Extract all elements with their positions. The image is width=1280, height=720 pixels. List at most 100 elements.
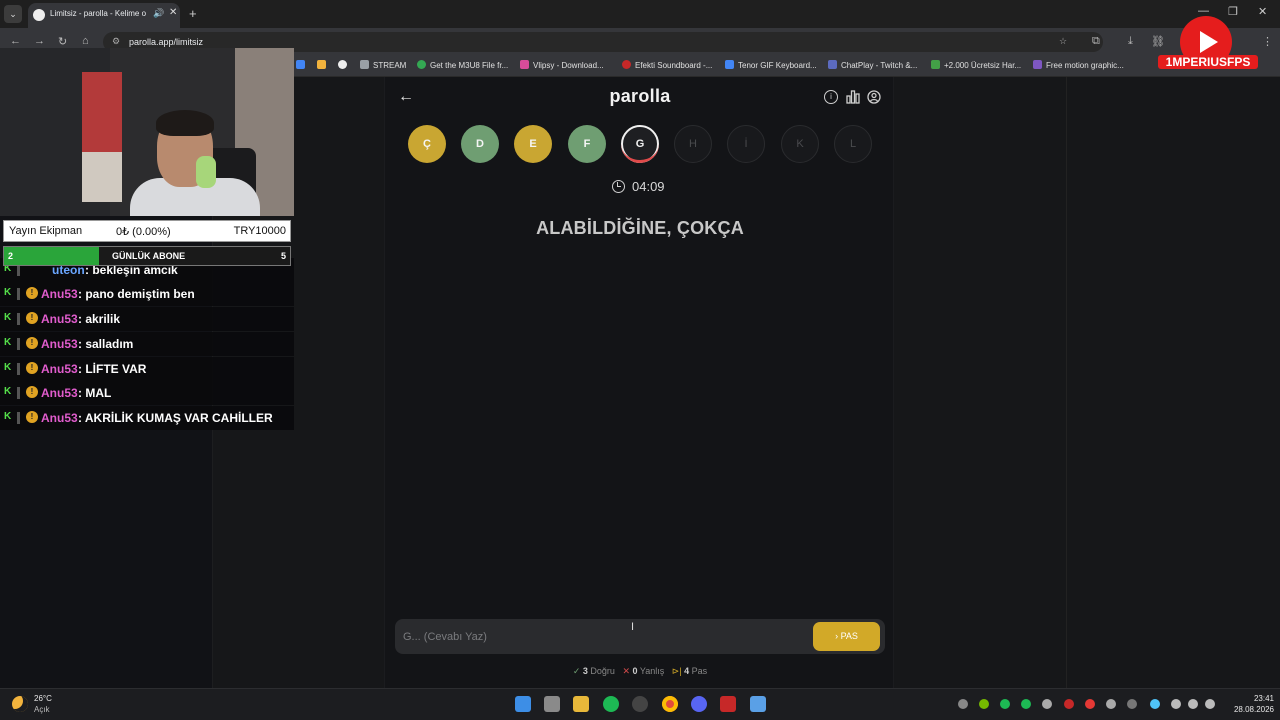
headset <box>196 156 216 188</box>
tray-icon[interactable] <box>1127 699 1137 709</box>
mic-icon[interactable] <box>1171 699 1181 709</box>
channel-name: 1MPERIUSFPS <box>1158 55 1258 69</box>
badge-icon: ! <box>26 312 38 324</box>
tray-icon[interactable] <box>1021 699 1031 709</box>
spotify-icon[interactable] <box>603 696 619 712</box>
badge-icon: ! <box>26 337 38 349</box>
maximize-button[interactable]: ❐ <box>1228 5 1238 18</box>
system-clock[interactable]: 23:41 28.08.2026 <box>1222 693 1274 715</box>
nvidia-icon[interactable] <box>979 699 989 709</box>
right-panel <box>894 77 1066 688</box>
forward-icon[interactable]: → <box>34 35 45 47</box>
cross-icon: ✕ <box>622 666 630 676</box>
chrome-icon[interactable] <box>662 696 678 712</box>
taskbar: 26°C Açık 23:41 28.08.2026 <box>0 688 1280 720</box>
active-tab[interactable]: Limitsiz - parolla - Kelime o 🔊 ✕ <box>28 3 180 28</box>
letter-l: L <box>834 125 872 163</box>
answer-input[interactable] <box>403 627 803 647</box>
app-logo[interactable]: parolla <box>540 86 740 107</box>
bookmark-icon-2[interactable] <box>317 60 330 70</box>
check-icon: ✓ <box>572 666 581 676</box>
timer: 04:09 <box>632 179 665 194</box>
tray-icon[interactable] <box>958 699 968 709</box>
clock-icon <box>612 180 625 193</box>
chat-message: K! Anu53 : akrilik <box>0 307 294 331</box>
donation-goal: Yayın Ekipman 0₺ (0.00%) TRY10000 <box>3 220 291 242</box>
chat-message: K! Anu53 : AKRİLİK KUMAŞ VAR CAHİLLER <box>0 406 294 430</box>
score-stats: ✓ 3 Doğru ✕ 0 Yanlış ⊳| 4 Pas <box>572 666 708 676</box>
star-icon[interactable]: ☆ <box>1059 36 1067 47</box>
text-cursor-icon: I <box>631 621 635 633</box>
link-icon[interactable]: ⛓ <box>1151 35 1165 48</box>
url-text[interactable]: parolla.app/limitsiz <box>129 37 203 47</box>
bookmark-tenor[interactable]: Tenor GIF Keyboard... <box>725 60 817 70</box>
weather-status[interactable]: Açık <box>34 705 50 714</box>
pas-button[interactable]: › PAS <box>813 622 880 651</box>
bookmark-icon-1[interactable] <box>296 60 309 70</box>
app-icon[interactable] <box>720 696 736 712</box>
obs-icon[interactable] <box>632 696 648 712</box>
bookmark-motion[interactable]: Free motion graphic... <box>1033 60 1124 70</box>
badge-icon: ! <box>26 411 38 423</box>
webcam-overlay <box>0 48 294 216</box>
moon-icon[interactable] <box>12 696 28 712</box>
profile-icon[interactable] <box>867 90 881 104</box>
bookmark-ucretsiz[interactable]: +2.000 Ücretsiz Har... <box>931 60 1021 70</box>
back-icon[interactable]: ← <box>10 35 21 47</box>
letter-d: D <box>461 125 499 163</box>
bookmark-icon-3[interactable] <box>338 60 351 70</box>
bookmark-m3u8[interactable]: Get the M3U8 File fr... <box>417 60 508 70</box>
bookmark-efekti[interactable]: Efekti Soundboard -... <box>622 60 712 70</box>
start-icon[interactable] <box>515 696 531 712</box>
sub-goal-bar: 2 GÜNLÜK ABONE 5 <box>3 246 291 266</box>
bookmark-stream[interactable]: STREAM <box>360 60 406 70</box>
poster-image <box>82 72 122 152</box>
weather-temp[interactable]: 26°C <box>34 694 52 703</box>
badge-icon: ! <box>26 362 38 374</box>
skip-icon: ⊳| <box>671 666 682 676</box>
file-explorer-icon[interactable] <box>573 696 589 712</box>
tab-search-button[interactable]: ⌄ <box>4 5 22 23</box>
speaker-icon[interactable]: 🔊 <box>153 8 164 19</box>
site-info-icon[interactable]: ⚙ <box>112 36 120 47</box>
reload-icon[interactable]: ↻ <box>58 35 67 48</box>
back-arrow-icon[interactable]: ← <box>398 88 414 106</box>
bookmark-vlipsy[interactable]: Vlipsy - Download... <box>520 60 604 70</box>
window-close-button[interactable]: ✕ <box>1258 5 1267 18</box>
chat-message: K! Anu53 : pano demiştim ben <box>0 282 294 306</box>
badge-icon: ! <box>26 287 38 299</box>
info-icon[interactable]: i <box>824 90 838 104</box>
home-icon[interactable]: ⌂ <box>82 35 89 47</box>
extensions-icon[interactable]: ⧉ <box>1092 35 1100 48</box>
tray-icon[interactable] <box>1042 699 1052 709</box>
letter-k: K <box>781 125 819 163</box>
tray-icon[interactable] <box>1085 699 1095 709</box>
new-tab-button[interactable]: + <box>189 6 197 21</box>
chat-message: K! Anu53 : salladım <box>0 332 294 356</box>
tray-icon[interactable] <box>1000 699 1010 709</box>
letter-h: H <box>674 125 712 163</box>
answer-form: › PAS <box>395 619 885 654</box>
steam-icon[interactable] <box>1106 699 1116 709</box>
chevron-right-icon: › <box>835 631 839 641</box>
letter-i-dot: İ <box>727 125 765 163</box>
chat-message: K! Anu53 : LİFTE VAR <box>0 357 294 381</box>
app-icon-2[interactable] <box>750 696 766 712</box>
bookmark-chatplay[interactable]: ChatPlay - Twitch &... <box>828 60 917 70</box>
tab-favicon <box>33 9 45 21</box>
badge-icon: ! <box>26 386 38 398</box>
game-panel <box>384 77 894 688</box>
close-icon[interactable]: ✕ <box>169 7 177 18</box>
menu-icon[interactable]: ⋮ <box>1262 35 1273 48</box>
network-icon[interactable] <box>1188 699 1198 709</box>
tab-title: Limitsiz - parolla - Kelime o <box>50 9 147 18</box>
folder-icon <box>360 60 369 69</box>
discord-icon[interactable] <box>691 696 707 712</box>
task-view-icon[interactable] <box>544 696 560 712</box>
tab-bar: ⌄ Limitsiz - parolla - Kelime o 🔊 ✕ + — … <box>0 0 1280 28</box>
volume-icon[interactable] <box>1205 699 1215 709</box>
download-icon[interactable]: ⤓ <box>1128 35 1133 48</box>
tray-icon[interactable] <box>1064 699 1074 709</box>
tray-icon[interactable] <box>1150 699 1160 709</box>
stats-icon[interactable] <box>846 90 860 104</box>
